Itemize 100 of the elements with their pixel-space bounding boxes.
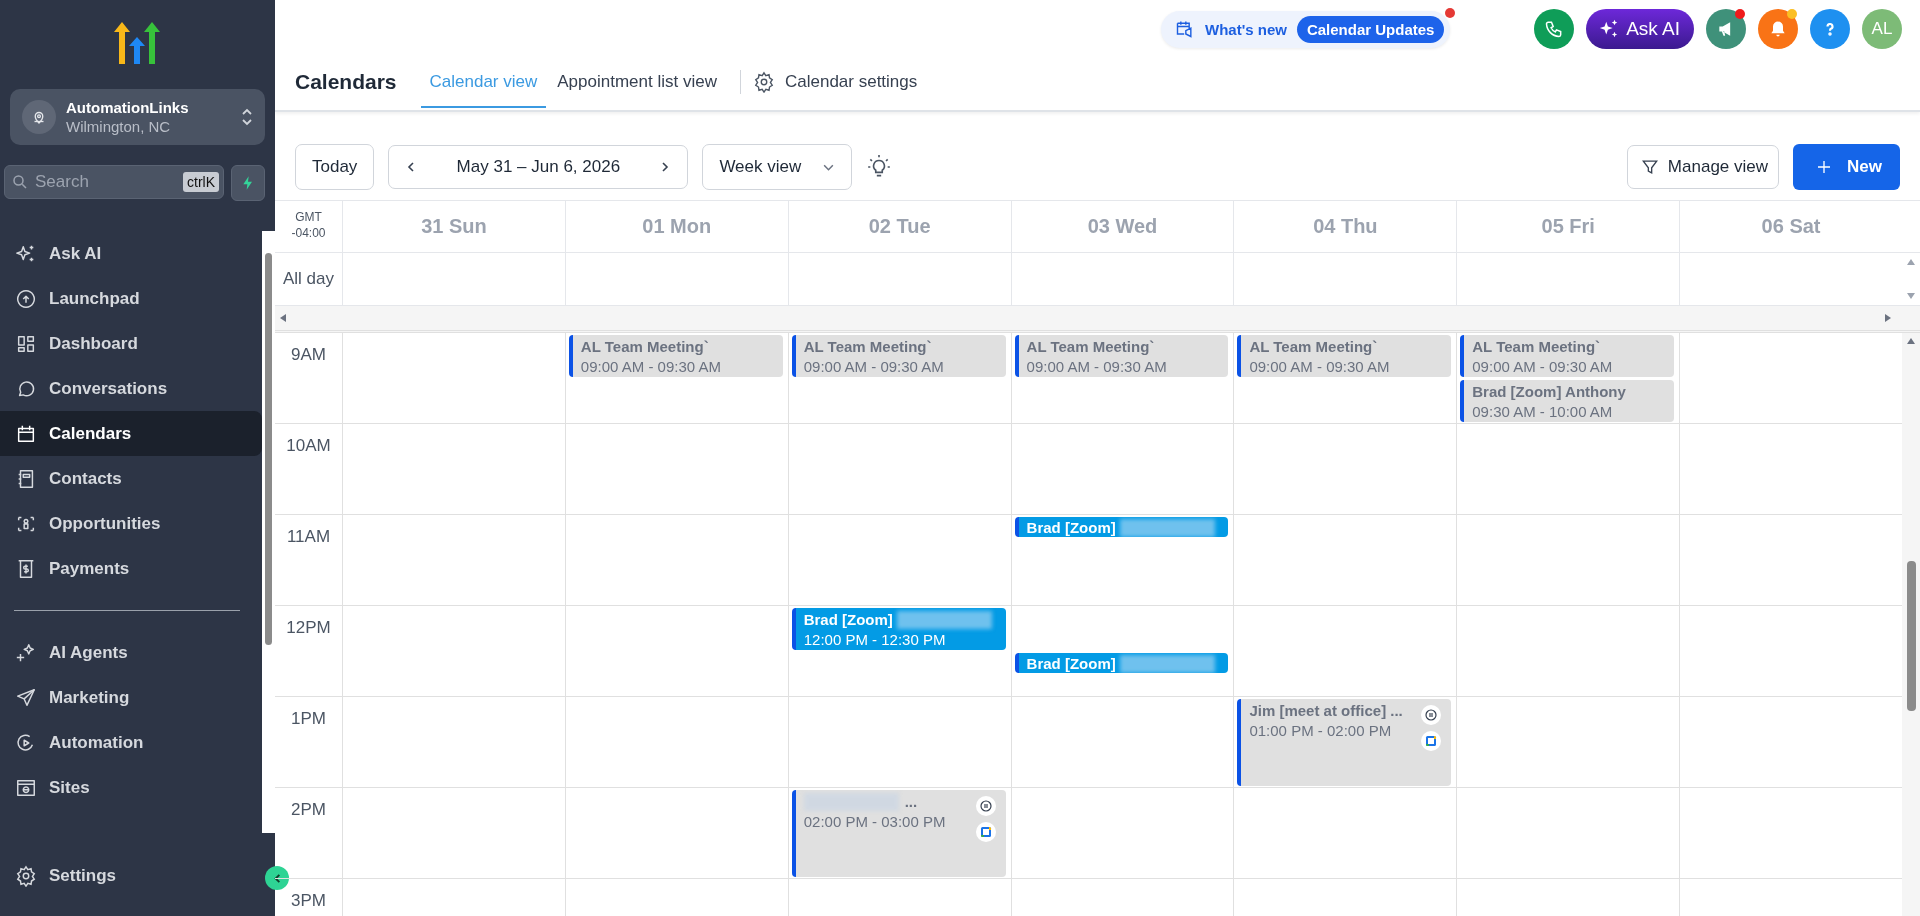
hour-label: 10AM — [286, 436, 331, 456]
event-title: Brad [Zoom] Anthony — [1472, 382, 1626, 401]
scrollbar-thumb[interactable] — [265, 253, 272, 645]
date-range-picker[interactable]: May 31 – Jun 6, 2026 — [388, 145, 689, 189]
calendar-app-icon — [975, 822, 996, 842]
event-time: 09:30 AM - 10:00 AM — [1472, 402, 1614, 422]
event-title: Brad [Zoom] — [1026, 654, 1116, 673]
shortcut-hint: ctrlK — [183, 172, 219, 192]
event-card[interactable]: Brad [Zoom] Anthony 09:30 AM - 10:00 AM — [1460, 380, 1675, 422]
calendar-settings-link[interactable]: Calendar settings — [752, 58, 918, 106]
event-card[interactable]: AL Team Meeting` 09:00 AM - 09:30 AM — [791, 335, 1006, 377]
manage-view-button[interactable]: Manage view — [1626, 145, 1780, 189]
event-card[interactable]: AL Team Meeting` 09:00 AM - 09:30 AM — [1460, 335, 1675, 377]
nav-item[interactable]: Sites — [0, 765, 262, 810]
event-time: 09:00 AM - 09:30 AM — [1026, 357, 1168, 377]
scroll-right-arrow-icon[interactable] — [1884, 313, 1892, 323]
notification-dot — [1445, 7, 1456, 18]
location-pin-icon — [22, 100, 56, 134]
day-header: 05 Fri — [1456, 201, 1680, 252]
nav-item[interactable]: Dashboard — [0, 321, 262, 366]
settings-nav-item[interactable]: Settings — [0, 853, 235, 898]
event-time: 09:00 AM - 09:30 AM — [803, 357, 945, 377]
event-time: 12:00 PM - 12:30 PM — [803, 630, 947, 650]
day-header: 04 Thu — [1233, 201, 1457, 252]
launchpad-icon — [15, 287, 37, 310]
nav-item[interactable]: Automation — [0, 720, 262, 765]
scroll-left-arrow-icon[interactable] — [279, 313, 287, 323]
today-button[interactable]: Today — [295, 144, 375, 190]
settings-icon — [15, 864, 37, 887]
calendar-app-icon — [1421, 731, 1442, 751]
whats-new-label: What's new — [1205, 20, 1287, 38]
pause-icon — [975, 796, 996, 816]
ask-ai-button[interactable]: Ask AI — [1586, 9, 1694, 49]
nav-item[interactable]: Conversations — [0, 366, 262, 411]
view-tab[interactable]: Appointment list view — [548, 58, 726, 108]
nav-item[interactable]: AI Agents — [0, 630, 262, 675]
day-header: 01 Mon — [564, 201, 788, 252]
event-title: Brad [Zoom] — [803, 610, 893, 629]
account-name: AutomationLinks — [66, 99, 190, 116]
event-title: ... — [904, 792, 918, 811]
hour-label: 3PM — [291, 891, 326, 911]
date-range: May 31 – Jun 6, 2026 — [456, 157, 621, 177]
event-time: 09:00 AM - 09:30 AM — [1472, 357, 1614, 377]
notification-dot — [1787, 9, 1797, 19]
nav-item[interactable]: Contacts — [0, 456, 262, 501]
day-header: 06 Sat — [1679, 201, 1902, 252]
scroll-down-arrow-icon[interactable] — [1906, 292, 1916, 300]
horizontal-scrollbar[interactable] — [275, 305, 1920, 333]
day-header: 31 Sun — [342, 201, 565, 252]
scrollbar[interactable] — [262, 231, 275, 833]
calendar-megaphone-icon — [1175, 19, 1195, 39]
search-icon — [11, 173, 29, 191]
nav-item[interactable]: Marketing — [0, 675, 262, 720]
settings-icon — [752, 71, 775, 93]
phone-button[interactable] — [1534, 9, 1575, 49]
all-day-label: All day — [282, 268, 335, 290]
scroll-up-arrow-icon[interactable] — [1906, 258, 1916, 266]
account-switcher[interactable]: AutomationLinks Wilmington, NC — [10, 89, 265, 145]
calendar-updates-badge: Calendar Updates — [1296, 15, 1445, 43]
hour-label: 2PM — [291, 800, 326, 820]
event-time: 09:00 AM - 09:30 AM — [580, 357, 722, 377]
quick-action-button[interactable] — [231, 165, 265, 201]
event-title: AL Team Meeting` — [580, 337, 709, 356]
hour-label: 1PM — [291, 709, 326, 729]
event-card[interactable]: ... 02:00 PM - 03:00 PM — [791, 790, 1006, 877]
event-time: 09:00 AM - 09:30 AM — [1249, 357, 1391, 377]
event-time: 01:00 PM - 02:00 PM — [1249, 721, 1393, 741]
hour-label: 12PM — [286, 618, 331, 638]
event-title: Brad [Zoom] — [1026, 518, 1116, 537]
hour-label: 9AM — [291, 345, 326, 365]
nav-item[interactable]: Calendars — [0, 411, 262, 456]
page-title: Calendars — [295, 70, 397, 94]
new-button[interactable]: New — [1793, 144, 1900, 190]
scroll-up-arrow-icon[interactable] — [1906, 337, 1916, 345]
event-card[interactable]: Jim [meet at office] ... 01:00 PM - 02:00 PM — [1237, 699, 1452, 786]
scrollbar-thumb[interactable] — [1906, 561, 1916, 711]
notifications-button[interactable] — [1758, 9, 1798, 49]
timezone-label: GMT -04:00 — [290, 209, 327, 243]
scrollbar[interactable] — [1902, 333, 1920, 916]
nav-item[interactable]: Opportunities — [0, 501, 262, 546]
event-card[interactable]: AL Team Meeting` 09:00 AM - 09:30 AM — [1014, 335, 1229, 377]
pause-icon — [1421, 705, 1442, 725]
notification-dot — [1735, 9, 1745, 19]
day-header: 02 Tue — [787, 201, 1011, 252]
event-card[interactable]: AL Team Meeting` 09:00 AM - 09:30 AM — [568, 335, 783, 377]
event-time: 02:00 PM - 03:00 PM — [803, 812, 947, 832]
paper-plane-icon — [15, 686, 37, 709]
event-title: AL Team Meeting` — [1472, 337, 1601, 356]
nav-item[interactable]: Launchpad — [0, 276, 262, 321]
nav-item[interactable]: Ask AI — [0, 231, 262, 276]
help-button[interactable] — [1810, 9, 1850, 49]
event-title: AL Team Meeting` — [803, 337, 932, 356]
view-dropdown[interactable]: Week view — [702, 144, 853, 190]
chevron-left-icon — [271, 872, 283, 884]
day-header: 03 Wed — [1010, 201, 1234, 252]
announcements-button[interactable] — [1706, 9, 1746, 49]
event-card[interactable]: AL Team Meeting` 09:00 AM - 09:30 AM — [1237, 335, 1452, 377]
nav-item[interactable]: Payments — [0, 546, 262, 591]
hour-label: 11AM — [286, 527, 331, 547]
event-title: AL Team Meeting` — [1026, 337, 1155, 356]
